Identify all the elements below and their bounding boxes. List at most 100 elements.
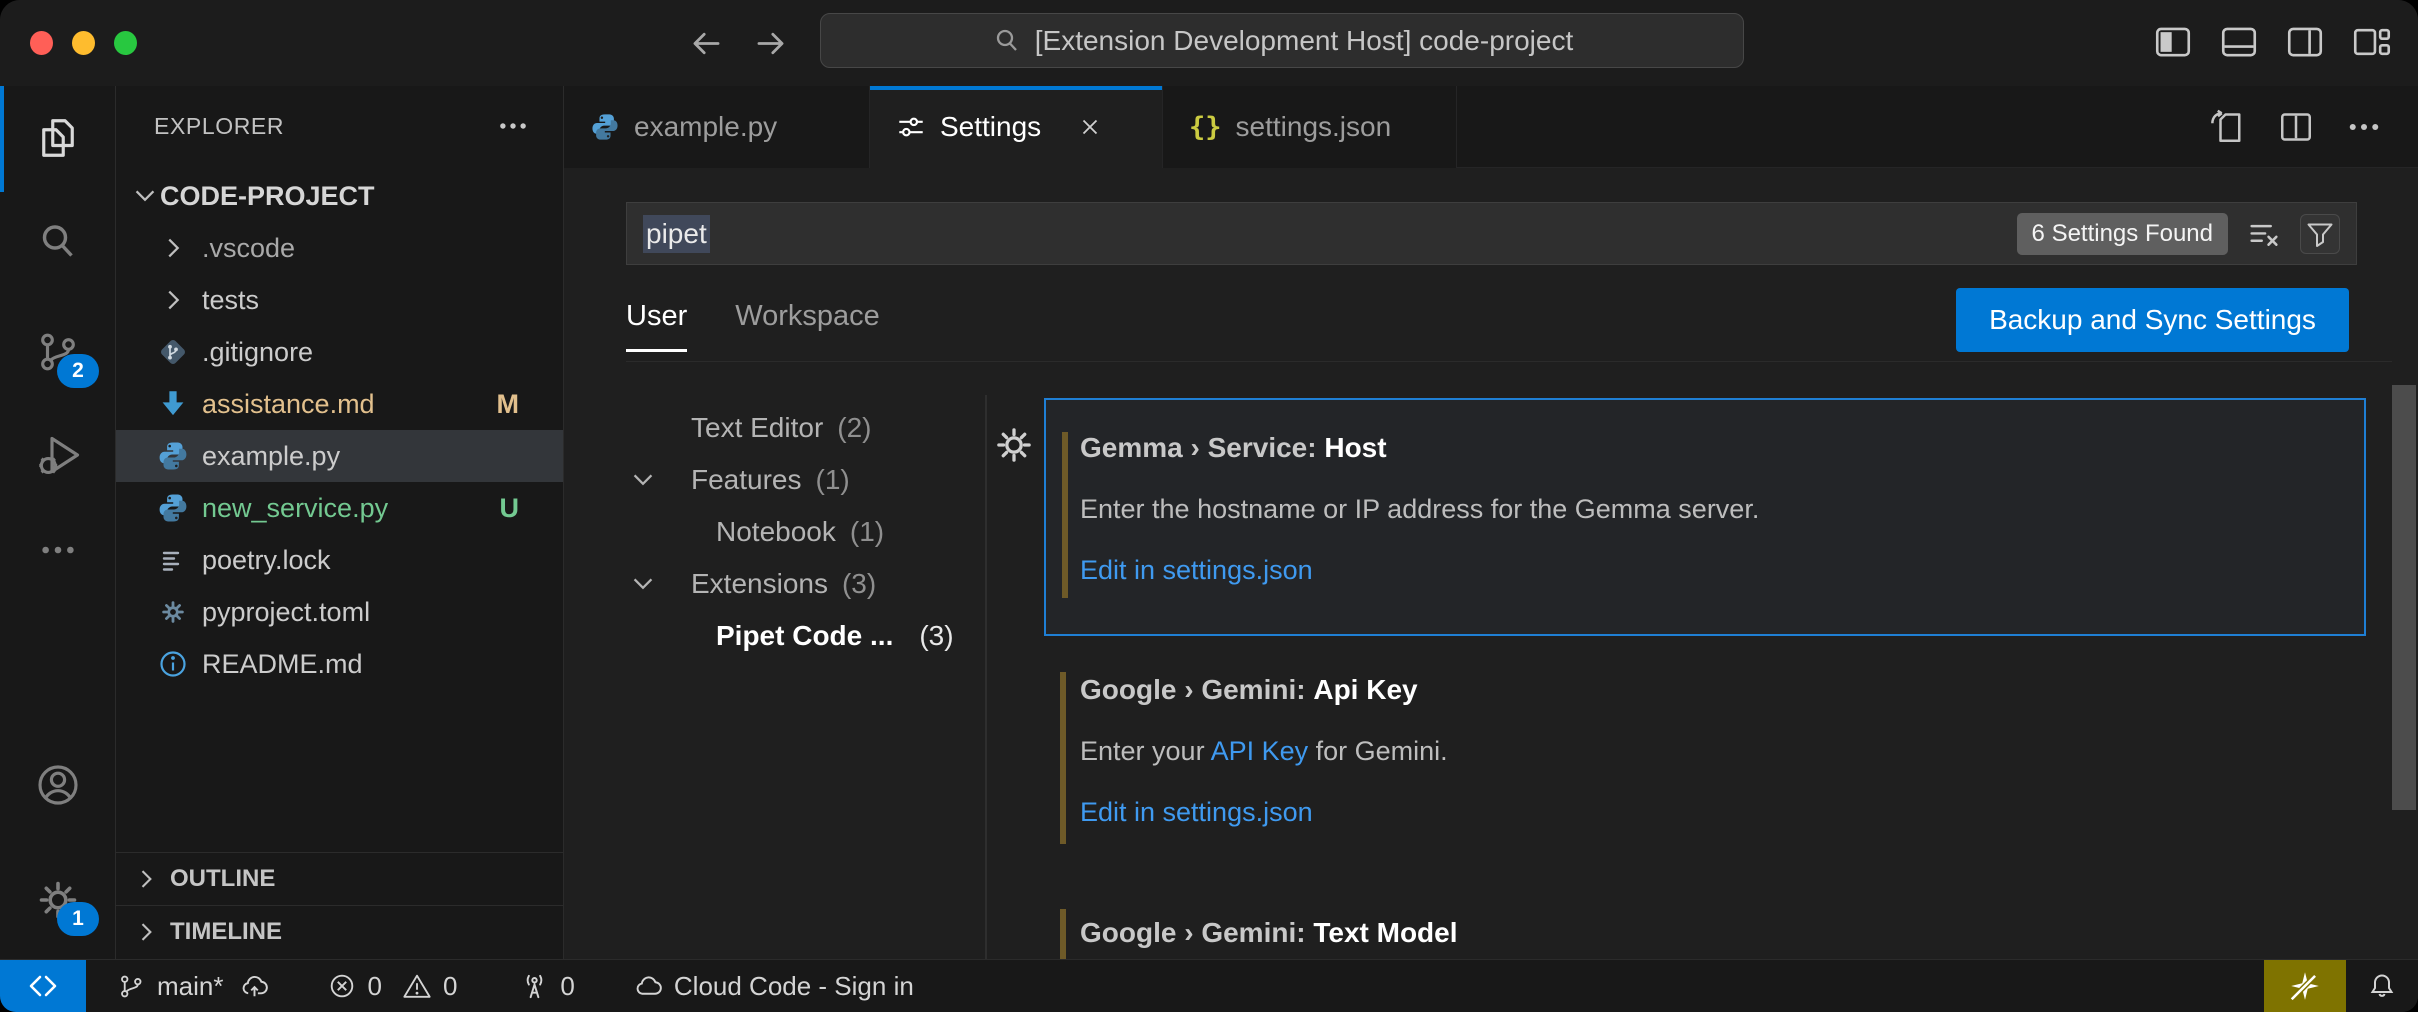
bell-icon — [2366, 970, 2398, 1002]
sidebar-item-explorer[interactable] — [0, 90, 115, 186]
ports-status-item[interactable]: 0 — [519, 960, 574, 1012]
navigate-forward-button[interactable] — [750, 23, 790, 63]
scm-badge: 2 — [57, 354, 99, 388]
close-window-button[interactable] — [30, 31, 53, 55]
sidebar-item-run-debug[interactable] — [0, 407, 115, 503]
file-name: new_service.py — [202, 493, 388, 524]
chevron-right-icon — [156, 231, 190, 265]
toc-item-pipet-code[interactable]: Pipet Code ... (3) — [564, 610, 984, 662]
files-icon — [34, 114, 82, 162]
tree-item-new-service-py[interactable]: new_service.py U — [116, 482, 563, 534]
edit-in-settings-json-link[interactable]: Edit in settings.json — [1080, 555, 2364, 586]
branch-status-item[interactable]: main* — [116, 960, 270, 1012]
sidebar-item-more-views[interactable] — [0, 502, 115, 598]
git-icon — [156, 335, 190, 369]
tab-settings-json[interactable]: {} settings.json — [1163, 86, 1457, 168]
tab-user-settings[interactable]: User — [626, 300, 687, 352]
window-title: [Extension Development Host] code-projec… — [1035, 25, 1574, 57]
toc-label: Features — [691, 464, 802, 496]
tree-item-tests-folder[interactable]: tests — [116, 274, 563, 326]
setting-name: Api Key — [1313, 674, 1417, 705]
markdown-down-arrow-icon — [156, 387, 190, 421]
edit-in-settings-json-link[interactable]: Edit in settings.json — [1080, 797, 2366, 828]
close-icon[interactable] — [1073, 110, 1107, 144]
clear-settings-search-button[interactable] — [2246, 216, 2282, 252]
toc-count: (1) — [850, 516, 884, 548]
customize-layout-button[interactable] — [2350, 21, 2392, 63]
toc-item-extensions[interactable]: Extensions (3) — [564, 558, 984, 610]
tab-settings[interactable]: Settings — [870, 86, 1163, 168]
backup-sync-settings-button[interactable]: Backup and Sync Settings — [1956, 288, 2349, 352]
tab-example-py[interactable]: example.py — [564, 86, 870, 168]
api-key-link[interactable]: API Key — [1211, 736, 1309, 766]
explorer-title: EXPLORER — [154, 113, 284, 140]
navigate-back-button[interactable] — [686, 23, 726, 63]
toc-item-features[interactable]: Features (1) — [564, 454, 984, 506]
vertical-scrollbar[interactable] — [2392, 385, 2416, 810]
tab-workspace-settings[interactable]: Workspace — [735, 300, 880, 352]
toc-label: Pipet Code ... — [716, 620, 893, 652]
explorer-more-actions-button[interactable] — [495, 108, 531, 144]
remote-indicator[interactable] — [0, 960, 86, 1012]
explorer-sidebar: EXPLORER CODE-PROJECT .vscode tests .gi — [116, 86, 564, 960]
toc-label: Notebook — [716, 516, 836, 548]
chevron-right-icon — [132, 918, 160, 946]
modified-indicator — [1060, 672, 1066, 844]
setting-row-google-gemini-text-model[interactable]: Google › Gemini: Text Model — [1044, 903, 2366, 960]
setting-gear-icon[interactable] — [991, 422, 1037, 468]
cloud-code-label: Cloud Code - Sign in — [674, 971, 914, 1002]
chevron-down-icon — [130, 181, 160, 211]
settings-toc: Text Editor (2) Features (1) Notebook (1… — [564, 402, 984, 662]
cloud-code-status-item[interactable]: Cloud Code - Sign in — [633, 960, 914, 1012]
editor-group: example.py Settings {} settings.json pip… — [564, 86, 2418, 960]
open-settings-json-button[interactable] — [2208, 107, 2248, 147]
file-tree: CODE-PROJECT .vscode tests .gitignore as — [116, 170, 563, 690]
tree-item-example-py[interactable]: example.py — [116, 430, 563, 482]
setting-description: Enter the hostname or IP address for the… — [1080, 494, 2364, 525]
toggle-secondary-sidebar-button[interactable] — [2284, 21, 2326, 63]
editor-more-actions-button[interactable] — [2344, 107, 2384, 147]
tab-label: settings.json — [1236, 111, 1392, 143]
tree-item-vscode-folder[interactable]: .vscode — [116, 222, 563, 274]
tree-item-readme-md[interactable]: README.md — [116, 638, 563, 690]
toc-splitter[interactable] — [985, 395, 987, 960]
toggle-panel-button[interactable] — [2218, 21, 2260, 63]
setting-category: Google › Gemini: — [1080, 674, 1313, 705]
setting-title: Google › Gemini: Text Model — [1080, 917, 2366, 949]
json-braces-icon: {} — [1189, 112, 1222, 143]
timeline-section-header[interactable]: TIMELINE — [116, 905, 563, 958]
minimize-window-button[interactable] — [72, 31, 95, 55]
notifications-button[interactable] — [2346, 960, 2418, 1012]
toggle-primary-sidebar-button[interactable] — [2152, 21, 2194, 63]
settings-search-input[interactable]: pipet 6 Settings Found — [626, 202, 2357, 265]
setting-row-gemma-service-host[interactable]: Gemma › Service: Host Enter the hostname… — [1044, 398, 2366, 636]
manage-settings-button[interactable]: 1 — [0, 852, 115, 948]
toc-item-text-editor[interactable]: Text Editor (2) — [564, 402, 984, 454]
sidebar-item-source-control[interactable]: 2 — [0, 304, 115, 400]
filter-settings-button[interactable] — [2300, 214, 2340, 254]
tree-item-assistance-md[interactable]: assistance.md M — [116, 378, 563, 430]
zoom-window-button[interactable] — [114, 31, 137, 55]
tree-item-gitignore[interactable]: .gitignore — [116, 326, 563, 378]
git-status-badge: M — [497, 389, 520, 420]
toc-item-notebook[interactable]: Notebook (1) — [564, 506, 984, 558]
spark-disabled-icon — [2288, 969, 2322, 1003]
code-assist-disabled-item[interactable] — [2264, 960, 2346, 1012]
root-folder-label: CODE-PROJECT — [160, 181, 375, 212]
file-name: README.md — [202, 649, 363, 680]
ellipsis-icon — [495, 108, 531, 144]
gear-icon — [156, 595, 190, 629]
tree-item-poetry-lock[interactable]: poetry.lock — [116, 534, 563, 586]
tree-root-code-project[interactable]: CODE-PROJECT — [116, 170, 563, 222]
outline-label: OUTLINE — [170, 865, 275, 893]
setting-row-google-gemini-api-key[interactable]: Google › Gemini: Api Key Enter your API … — [1044, 660, 2366, 900]
sidebar-item-search[interactable] — [0, 194, 115, 290]
account-button[interactable] — [0, 737, 115, 833]
warning-icon — [402, 971, 433, 1002]
split-editor-button[interactable] — [2276, 107, 2316, 147]
problems-status-item[interactable]: 0 0 — [326, 960, 457, 1012]
tab-label: example.py — [634, 111, 777, 143]
outline-section-header[interactable]: OUTLINE — [116, 852, 563, 905]
tree-item-pyproject-toml[interactable]: pyproject.toml — [116, 586, 563, 638]
command-center[interactable]: [Extension Development Host] code-projec… — [820, 13, 1744, 68]
